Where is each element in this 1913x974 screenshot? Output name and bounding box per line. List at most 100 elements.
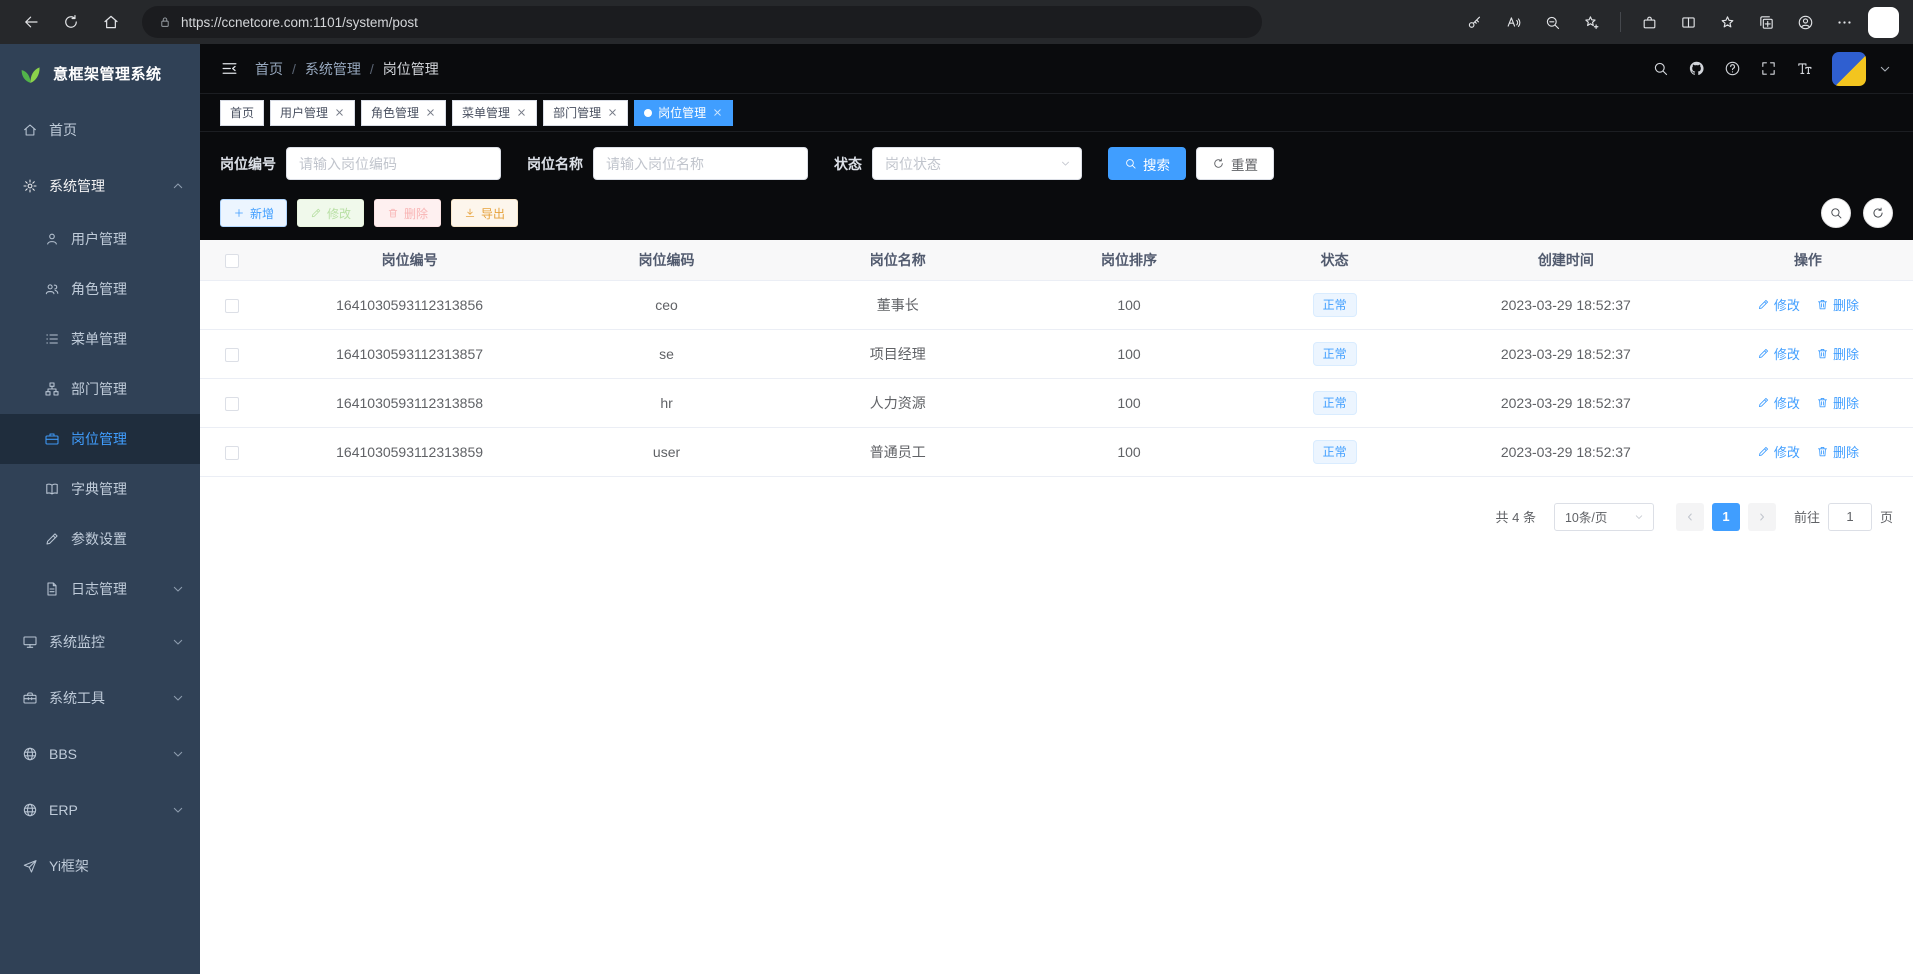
trash-icon	[1816, 298, 1829, 311]
collections-button[interactable]	[1751, 7, 1782, 38]
toggle-search-button[interactable]	[1821, 198, 1851, 228]
sidebar-toggle-button[interactable]	[220, 59, 239, 78]
bing-chat-button[interactable]	[1868, 7, 1899, 38]
refresh-table-button[interactable]	[1863, 198, 1893, 228]
sidebar-item-label: 系统监控	[49, 632, 159, 652]
font-size-icon[interactable]	[1796, 60, 1813, 77]
row-delete-link[interactable]: 删除	[1816, 442, 1859, 461]
page-number-button[interactable]: 1	[1712, 503, 1740, 531]
row-delete-link[interactable]: 删除	[1816, 344, 1859, 363]
sidebar-item-home[interactable]: 首页	[0, 102, 200, 158]
row-delete-link[interactable]: 删除	[1816, 295, 1859, 314]
select-all-checkbox[interactable]	[225, 254, 239, 268]
sidebar-item-yi-framework[interactable]: Yi框架	[0, 838, 200, 894]
password-key-button[interactable]	[1459, 7, 1490, 38]
extensions-button[interactable]	[1634, 7, 1665, 38]
cell-post-name: 项目经理	[778, 329, 1018, 378]
row-checkbox[interactable]	[225, 348, 239, 362]
trash-icon	[1816, 445, 1829, 458]
sidebar-group-system[interactable]: 系统管理	[0, 158, 200, 214]
row-edit-link[interactable]: 修改	[1757, 393, 1800, 412]
sidebar-group-monitor[interactable]: 系统监控	[0, 614, 200, 670]
close-icon[interactable]	[607, 107, 618, 118]
tab-post-management[interactable]: 岗位管理	[634, 100, 733, 126]
user-avatar[interactable]	[1832, 52, 1866, 86]
row-checkbox[interactable]	[225, 397, 239, 411]
help-icon[interactable]	[1724, 60, 1741, 77]
favorites-button[interactable]	[1712, 7, 1743, 38]
sidebar-item-parameters[interactable]: 参数设置	[0, 514, 200, 564]
search-icon[interactable]	[1652, 60, 1669, 77]
post-name-input[interactable]	[593, 147, 808, 180]
delete-button[interactable]: 删除	[374, 199, 441, 227]
browser-profile-button[interactable]	[1790, 7, 1821, 38]
row-edit-link[interactable]: 修改	[1757, 295, 1800, 314]
split-screen-icon	[1680, 14, 1697, 31]
hamburger-icon	[220, 59, 239, 78]
trash-icon	[1816, 347, 1829, 360]
sidebar-item-menus[interactable]: 菜单管理	[0, 314, 200, 364]
sidebar-item-posts[interactable]: 岗位管理	[0, 414, 200, 464]
sidebar-logo[interactable]: 意框架管理系统	[0, 44, 200, 102]
browser-menu-button[interactable]	[1829, 7, 1860, 38]
fullscreen-icon[interactable]	[1760, 60, 1777, 77]
close-icon[interactable]	[516, 107, 527, 118]
address-bar[interactable]: https://ccnetcore.com:1101/system/post	[142, 6, 1262, 38]
sidebar-item-departments[interactable]: 部门管理	[0, 364, 200, 414]
reset-button[interactable]: 重置	[1196, 147, 1274, 180]
prev-page-button[interactable]	[1676, 503, 1704, 531]
query-form: 岗位编号 岗位名称 状态 岗位状态 搜索	[200, 132, 1913, 194]
export-button[interactable]: 导出	[451, 199, 518, 227]
row-checkbox[interactable]	[225, 446, 239, 460]
page-size-select[interactable]: 10条/页	[1554, 503, 1654, 531]
breadcrumb-home[interactable]: 首页	[255, 59, 283, 79]
sidebar-group-tools[interactable]: 系统工具	[0, 670, 200, 726]
browser-home-button[interactable]	[94, 5, 128, 39]
breadcrumb-system[interactable]: 系统管理	[305, 59, 361, 79]
sidebar-group-erp[interactable]: ERP	[0, 782, 200, 838]
close-icon[interactable]	[425, 107, 436, 118]
split-screen-button[interactable]	[1673, 7, 1704, 38]
github-icon[interactable]	[1688, 60, 1705, 77]
tab-home[interactable]: 首页	[220, 100, 264, 126]
tags-view: 首页 用户管理 角色管理 菜单管理 部门管理	[200, 94, 1913, 132]
close-icon[interactable]	[334, 107, 345, 118]
trash-icon	[1816, 396, 1829, 409]
bing-icon	[1873, 11, 1895, 33]
back-icon	[22, 13, 40, 31]
chevron-right-icon	[1756, 511, 1768, 523]
tree-icon	[44, 381, 60, 397]
star-plus-icon	[1583, 14, 1600, 31]
row-delete-link[interactable]: 删除	[1816, 393, 1859, 412]
post-code-input[interactable]	[286, 147, 501, 180]
row-edit-link[interactable]: 修改	[1757, 442, 1800, 461]
sidebar-item-dictionary[interactable]: 字典管理	[0, 464, 200, 514]
tab-user-management[interactable]: 用户管理	[270, 100, 355, 126]
table-row: 1641030593112313858 hr 人力资源 100 正常 2023-…	[200, 378, 1913, 427]
zoom-button[interactable]	[1537, 7, 1568, 38]
back-button[interactable]	[14, 5, 48, 39]
tab-menu-management[interactable]: 菜单管理	[452, 100, 537, 126]
sidebar-group-logs[interactable]: 日志管理	[0, 564, 200, 614]
next-page-button[interactable]	[1748, 503, 1776, 531]
row-checkbox[interactable]	[225, 299, 239, 313]
add-button[interactable]: 新增	[220, 199, 287, 227]
close-icon[interactable]	[712, 107, 723, 118]
row-edit-link[interactable]: 修改	[1757, 344, 1800, 363]
sidebar-group-bbs[interactable]: BBS	[0, 726, 200, 782]
sidebar-item-users[interactable]: 用户管理	[0, 214, 200, 264]
add-favorite-button[interactable]	[1576, 7, 1607, 38]
goto-page-input[interactable]	[1828, 503, 1872, 531]
trash-icon	[387, 207, 399, 219]
read-aloud-button[interactable]	[1498, 7, 1529, 38]
tab-department-management[interactable]: 部门管理	[543, 100, 628, 126]
search-button[interactable]: 搜索	[1108, 147, 1186, 180]
sidebar-item-roles[interactable]: 角色管理	[0, 264, 200, 314]
refresh-icon	[1212, 157, 1225, 170]
edit-button[interactable]: 修改	[297, 199, 364, 227]
status-select[interactable]: 岗位状态	[872, 147, 1082, 180]
chevron-down-icon	[1633, 511, 1645, 523]
breadcrumb: 首页 / 系统管理 / 岗位管理	[255, 59, 439, 79]
refresh-button[interactable]	[54, 5, 88, 39]
tab-role-management[interactable]: 角色管理	[361, 100, 446, 126]
